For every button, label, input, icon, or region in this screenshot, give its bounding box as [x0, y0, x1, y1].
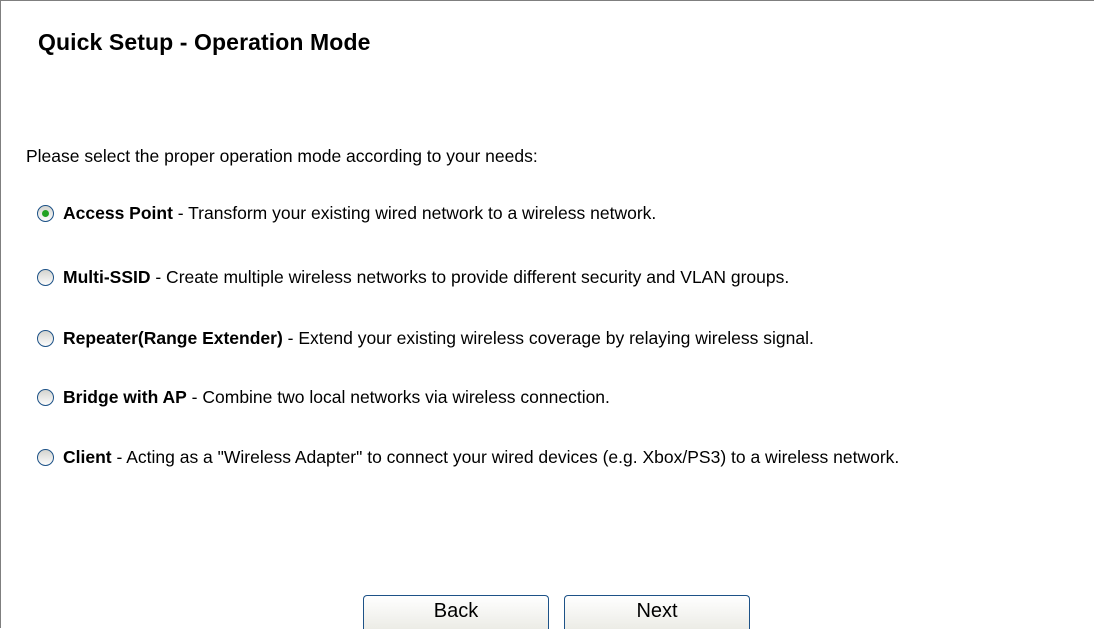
intro-text: Please select the proper operation mode … — [26, 146, 538, 166]
option-desc: - Transform your existing wired network … — [172, 203, 657, 223]
option-name: Bridge with AP — [63, 387, 187, 407]
option-repeater[interactable]: Repeater(Range Extender) - Extend your e… — [26, 324, 1091, 353]
back-button[interactable]: Back — [363, 595, 549, 629]
radio-repeater[interactable] — [37, 330, 54, 347]
option-multi-ssid[interactable]: Multi-SSID - Create multiple wireless ne… — [26, 263, 1091, 292]
option-desc: - Combine two local networks via wireles… — [186, 387, 610, 407]
option-bridge-with-ap[interactable]: Bridge with AP - Combine two local netwo… — [26, 383, 1091, 412]
option-name: Client — [63, 447, 112, 467]
radio-access-point[interactable] — [37, 205, 54, 222]
setup-panel: Quick Setup - Operation Mode Please sele… — [0, 0, 1094, 629]
option-desc: - Extend your existing wireless coverage… — [282, 328, 814, 348]
radio-bridge-with-ap[interactable] — [37, 389, 54, 406]
page-title: Quick Setup - Operation Mode — [38, 29, 371, 55]
option-desc: - Create multiple wireless networks to p… — [150, 267, 790, 287]
radio-client[interactable] — [37, 449, 54, 466]
next-button[interactable]: Next — [564, 595, 750, 629]
option-access-point[interactable]: Access Point - Transform your existing w… — [26, 199, 1091, 228]
option-desc: - Acting as a "Wireless Adapter" to conn… — [111, 447, 900, 467]
option-client[interactable]: Client - Acting as a "Wireless Adapter" … — [26, 443, 1091, 472]
radio-multi-ssid[interactable] — [37, 269, 54, 286]
option-name: Repeater(Range Extender) — [63, 328, 283, 348]
option-name: Access Point — [63, 203, 173, 223]
option-name: Multi-SSID — [63, 267, 151, 287]
